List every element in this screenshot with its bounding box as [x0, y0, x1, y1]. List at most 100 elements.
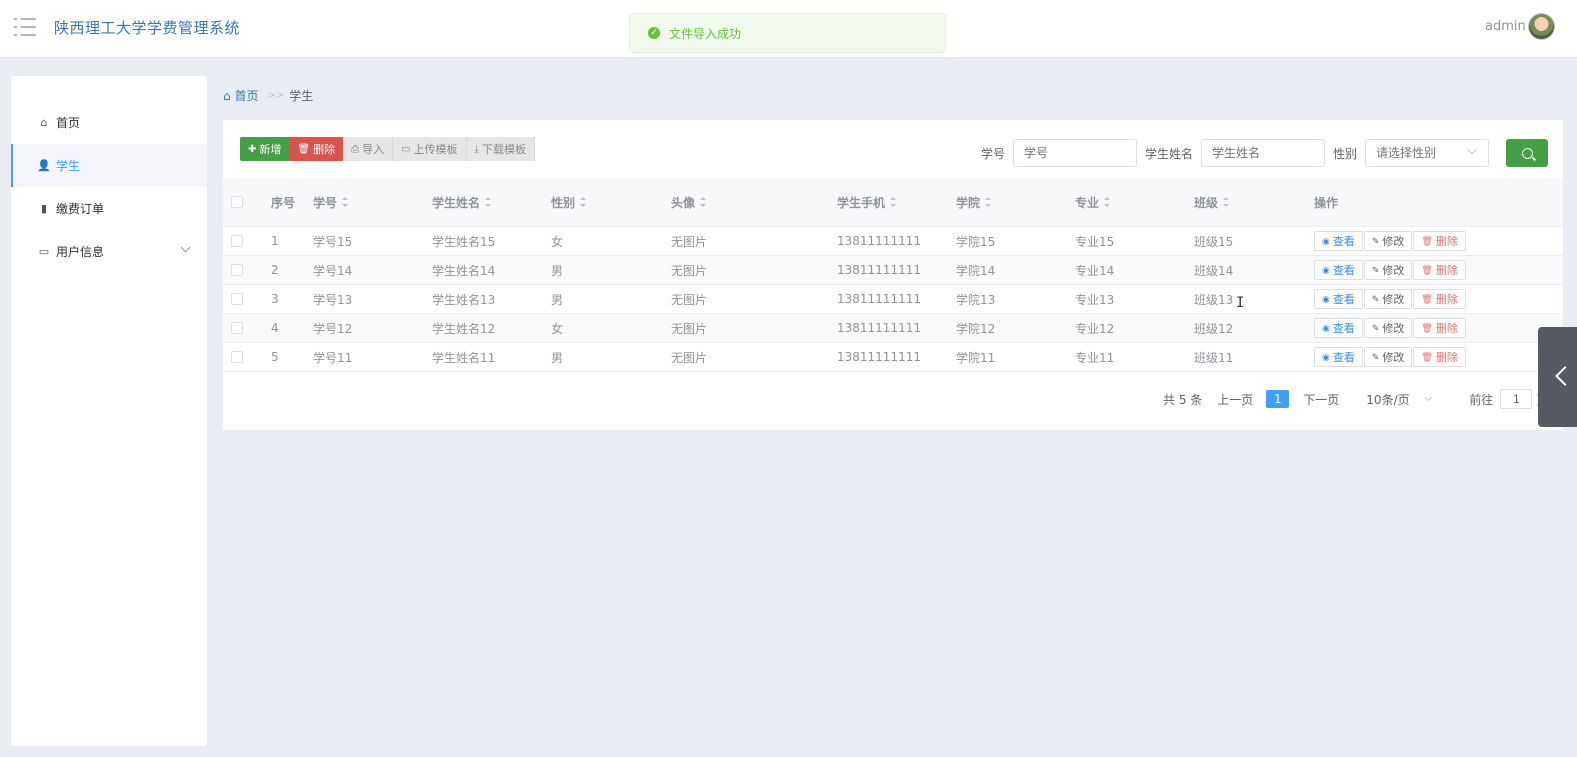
cell-major: 专业13	[1075, 292, 1115, 307]
remove-label: 删除	[1435, 294, 1458, 306]
sort-icon[interactable]	[485, 197, 492, 207]
sort-icon[interactable]	[1223, 197, 1230, 207]
download-template-button[interactable]: ⤓ 下载模板	[466, 137, 535, 161]
view-button[interactable]: ◉ 查看	[1314, 231, 1363, 251]
goto-label: 前往	[1469, 392, 1494, 407]
search-name: 学生姓名	[1145, 139, 1326, 167]
col-phone[interactable]: 学生手机	[837, 178, 897, 226]
view-button[interactable]: ◉ 查看	[1314, 318, 1363, 338]
trash-icon: 🗑	[1421, 322, 1433, 333]
trash-icon: 🗑	[1421, 235, 1433, 246]
view-button[interactable]: ◉ 查看	[1314, 260, 1363, 280]
sidebar-item-user-info[interactable]: ▭ 用户信息	[11, 230, 207, 273]
col-major[interactable]: 专业	[1075, 178, 1111, 226]
upload-template-button[interactable]: ▭ 上传模板	[393, 137, 467, 161]
col-gender[interactable]: 性别	[551, 178, 587, 226]
cell-student-no: 学号14	[313, 263, 353, 278]
sidebar-item-label: 学生	[56, 159, 81, 173]
breadcrumb-home[interactable]: ⌂ 首页	[223, 87, 258, 104]
view-button[interactable]: ◉ 查看	[1314, 289, 1363, 309]
eye-icon: ◉	[1322, 293, 1330, 304]
sidebar-item-label: 缴费订单	[56, 202, 105, 216]
sort-icon[interactable]	[700, 197, 707, 207]
menu-toggle-icon[interactable]	[14, 18, 36, 36]
page-number-current[interactable]: 1	[1266, 390, 1290, 408]
edit-button[interactable]: ✎ 修改	[1363, 347, 1413, 367]
remove-label: 删除	[1435, 236, 1458, 248]
page-size-select[interactable]: 10条/页	[1366, 391, 1433, 408]
edit-button[interactable]: ✎ 修改	[1363, 231, 1413, 251]
col-student-no[interactable]: 学号	[313, 178, 349, 226]
goto-page-input[interactable]	[1500, 389, 1533, 409]
col-class[interactable]: 班级	[1194, 178, 1230, 226]
cell-avatar: 无图片	[671, 263, 708, 278]
remove-button[interactable]: 🗑 删除	[1413, 318, 1466, 338]
row-checkbox[interactable]	[231, 343, 243, 371]
breadcrumb-home-label: 首页	[234, 89, 259, 103]
row-checkbox[interactable]	[231, 314, 243, 342]
sort-icon[interactable]	[342, 197, 349, 207]
col-name[interactable]: 学生姓名	[432, 178, 492, 226]
row-checkbox[interactable]	[231, 256, 243, 284]
view-label: 查看	[1332, 294, 1355, 306]
home-icon: ⌂	[40, 116, 48, 129]
view-button[interactable]: ◉ 查看	[1314, 347, 1363, 367]
book-icon: ▮	[40, 202, 48, 215]
name-input[interactable]	[1201, 139, 1326, 167]
remove-button[interactable]: 🗑 删除	[1413, 289, 1466, 309]
remove-label: 删除	[1435, 265, 1458, 277]
plus-icon: ✚	[248, 143, 257, 155]
remove-button[interactable]: 🗑 删除	[1413, 347, 1466, 367]
add-label: 新增	[259, 144, 282, 156]
cell-name: 学生姓名13	[432, 292, 496, 307]
cell-gender: 男	[551, 350, 564, 365]
cell-college: 学院13	[956, 292, 996, 307]
avatar[interactable]	[1528, 13, 1555, 40]
toast-message: 文件导入成功	[669, 26, 742, 41]
cell-student-no: 学号12	[313, 321, 353, 336]
cell-major: 专业11	[1075, 350, 1115, 365]
import-button[interactable]: ⎙ 导入	[343, 137, 394, 161]
main-panel: ✚新增 🗑删除 ⎙导入 ▭上传模板 ⤓下载模板 学号 学生姓名 性别 序号 学号…	[223, 120, 1563, 430]
cell-index: 3	[271, 292, 279, 306]
user-name[interactable]: admin	[1485, 19, 1526, 34]
col-college[interactable]: 学院	[956, 178, 992, 226]
collapse-panel-tab[interactable]	[1538, 327, 1577, 427]
eye-icon: ◉	[1322, 264, 1330, 275]
edit-button[interactable]: ✎ 修改	[1363, 260, 1413, 280]
row-checkbox[interactable]	[231, 285, 243, 313]
sort-icon[interactable]	[580, 197, 587, 207]
cell-actions: ◉ 查看 ✎ 修改 🗑 删除	[1314, 314, 1467, 342]
eye-icon: ◉	[1322, 351, 1330, 362]
remove-button[interactable]: 🗑 删除	[1413, 260, 1466, 280]
col-avatar[interactable]: 头像	[671, 178, 707, 226]
cell-avatar: 无图片	[671, 292, 708, 307]
sort-icon[interactable]	[1104, 197, 1111, 207]
delete-label: 删除	[313, 144, 336, 156]
gender-select[interactable]	[1365, 139, 1490, 167]
add-button[interactable]: ✚ 新增	[240, 137, 290, 161]
sidebar-item-orders[interactable]: ▮ 缴费订单	[11, 187, 207, 230]
cell-index: 2	[271, 263, 279, 277]
remove-label: 删除	[1435, 352, 1458, 364]
search-button[interactable]	[1506, 139, 1548, 167]
remove-button[interactable]: 🗑 删除	[1413, 231, 1466, 251]
cell-major: 专业12	[1075, 321, 1115, 336]
sidebar-item-students[interactable]: 👤 学生	[11, 144, 207, 187]
cell-student-no: 学号15	[313, 234, 353, 249]
row-checkbox[interactable]	[231, 227, 243, 255]
sort-icon[interactable]	[985, 197, 992, 207]
edit-button[interactable]: ✎ 修改	[1363, 289, 1413, 309]
trash-icon: 🗑	[297, 143, 311, 155]
select-all-checkbox[interactable]	[231, 178, 243, 226]
prev-page-button[interactable]: 上一页	[1217, 391, 1253, 408]
table-row: 3 学号13 学生姓名13 男 无图片 13811111111 学院13 专业1…	[223, 285, 1563, 314]
next-page-button[interactable]: 下一页	[1303, 391, 1339, 408]
sidebar-item-home[interactable]: ⌂ 首页	[11, 101, 207, 144]
student-no-input[interactable]	[1013, 139, 1138, 167]
edit-button[interactable]: ✎ 修改	[1363, 318, 1413, 338]
delete-button[interactable]: 🗑 删除	[289, 137, 344, 161]
sort-icon[interactable]	[890, 197, 897, 207]
edit-label: 修改	[1382, 265, 1405, 277]
cell-name: 学生姓名14	[432, 263, 496, 278]
